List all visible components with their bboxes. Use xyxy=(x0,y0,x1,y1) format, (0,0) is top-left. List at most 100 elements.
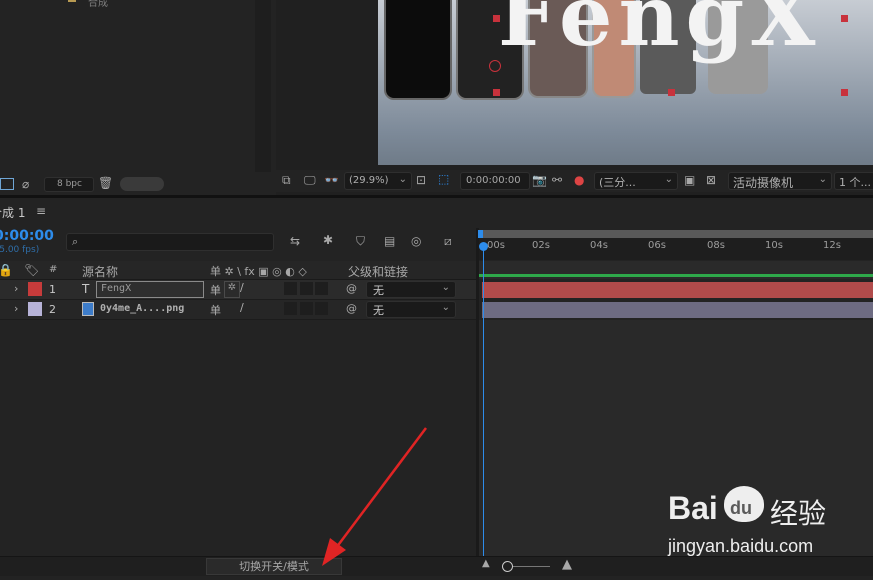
switch-box-blend[interactable] xyxy=(300,282,313,295)
views-dropdown[interactable]: 1 个... xyxy=(834,172,873,190)
composition-mini-flowchart-icon[interactable]: ⇆ xyxy=(290,235,300,247)
bbox-handle-tl[interactable] xyxy=(493,15,500,22)
shy-layers-icon[interactable]: ⛉ xyxy=(356,235,365,247)
trash-icon[interactable]: 🗑 xyxy=(98,177,113,189)
shy-switch[interactable]: 单 xyxy=(210,282,221,298)
layer-name-field[interactable]: FengX xyxy=(96,281,204,298)
phone-image-1 xyxy=(384,0,452,100)
layer-name[interactable]: 0y4me_A....png xyxy=(100,303,184,314)
zoom-out-mountain-icon[interactable]: ▲ xyxy=(482,559,490,569)
project-hscroll[interactable] xyxy=(120,177,164,191)
switch-box-fx[interactable] xyxy=(284,302,297,315)
resolution-dropdown[interactable]: (三分... ⌄ xyxy=(594,172,678,190)
switch-box-fx[interactable] xyxy=(284,282,297,295)
tab-label: 合成 1 xyxy=(0,206,26,220)
viewer-toolbar: ⧉ 🖵 👓 (29.9%) ⌄ ⊡ ⬚ 0:00:00:00 📷 ⚯ ● (三分… xyxy=(276,170,873,192)
parent-dropdown[interactable]: 无 ⌄ xyxy=(366,281,456,298)
ruler-tick-label: 12s xyxy=(823,240,841,251)
layer-track-bar[interactable] xyxy=(482,282,873,298)
draft-3d-icon[interactable]: ✱ xyxy=(323,234,333,246)
views-value: 1 个... xyxy=(839,176,871,189)
parent-value: 无 xyxy=(373,284,384,297)
shy-switch[interactable]: 单 xyxy=(210,302,221,318)
anchor-point-icon[interactable] xyxy=(489,60,501,72)
timecode-field[interactable]: 0:00:00:00 xyxy=(460,172,530,190)
graph-editor-icon[interactable]: ⧄ xyxy=(444,235,452,247)
switch-box-blend[interactable] xyxy=(300,302,313,315)
frame-blending-icon[interactable]: ▤ xyxy=(384,235,395,247)
current-time-indicator[interactable] xyxy=(483,244,484,558)
ruler-tick-label: 00s xyxy=(487,240,505,251)
layer-column-header: 🔒 🏷 # 源名称 单 ✲ \ fx ▣ ◎ ◐ ◇ 父级和链接 xyxy=(0,261,476,280)
quality-switch[interactable]: ∕ xyxy=(240,301,244,314)
baidu-logo-text: Bai xyxy=(668,490,718,526)
work-area-start-handle[interactable] xyxy=(478,230,483,238)
switch-box-mb[interactable] xyxy=(315,282,328,295)
expand-chevron-icon[interactable]: › xyxy=(14,282,18,295)
vr-glasses-icon[interactable]: 👓 xyxy=(324,174,339,186)
tab-menu-icon[interactable]: ≡ xyxy=(36,204,46,218)
zoom-in-mountain-icon[interactable]: ▲ xyxy=(562,558,572,571)
transparency-grid-icon[interactable]: ⊠ xyxy=(706,174,716,186)
bpc-button[interactable]: 8 bpc xyxy=(44,177,94,192)
camera-dropdown[interactable]: 活动摄像机 ⌄ xyxy=(728,172,832,190)
monitor-icon[interactable]: 🖵 xyxy=(304,174,316,186)
project-item-label[interactable]: 合成 xyxy=(88,0,108,9)
collapse-switch[interactable]: ✲ xyxy=(224,281,240,298)
baidu-du-text: du xyxy=(730,498,752,518)
layer-track-bar[interactable] xyxy=(482,302,873,318)
resolution-value: (三分... xyxy=(599,176,636,189)
snapshot-preview-icon[interactable]: ⧉ xyxy=(282,174,291,186)
pickwhip-spiral-icon[interactable]: @ xyxy=(346,282,357,295)
layer-search-input[interactable]: ⌕ xyxy=(66,233,274,251)
parent-dropdown[interactable]: 无 ⌄ xyxy=(366,301,456,318)
mask-toggle-icon[interactable]: ⬚ xyxy=(438,173,449,185)
column-source-name[interactable]: 源名称 xyxy=(82,263,118,280)
column-parent-link[interactable]: 父级和链接 xyxy=(348,263,408,280)
pickwhip-spiral-icon[interactable]: @ xyxy=(346,302,357,315)
flowchart-icon[interactable] xyxy=(0,178,14,190)
region-of-interest-icon[interactable]: ▣ xyxy=(684,174,695,186)
column-switches: 单 ✲ \ fx ▣ ◎ ◐ ◇ xyxy=(210,265,307,278)
chevron-down-icon: ⌄ xyxy=(441,302,450,313)
camera-snapshot-icon[interactable]: 📷 xyxy=(532,174,547,186)
bbox-handle-bm[interactable] xyxy=(668,89,675,96)
quality-switch[interactable]: ∕ xyxy=(240,281,244,294)
switch-box-mb[interactable] xyxy=(315,302,328,315)
ruler-tick-label: 02s xyxy=(532,240,550,251)
chevron-down-icon: ⌄ xyxy=(398,174,407,185)
show-snapshot-icon[interactable]: ⚯ xyxy=(552,174,562,186)
bbox-handle-bl[interactable] xyxy=(493,89,500,96)
motion-blur-icon[interactable]: ◎ xyxy=(411,235,421,247)
layer-color-label[interactable] xyxy=(28,302,42,316)
expand-chevron-icon[interactable]: › xyxy=(14,302,18,315)
interpret-footage-icon[interactable]: ⌀ xyxy=(22,178,29,190)
folder-icon xyxy=(68,0,76,2)
composition-bar xyxy=(479,261,873,279)
fit-frame-icon[interactable]: ⊡ xyxy=(416,174,426,186)
search-icon: ⌕ xyxy=(72,235,79,248)
zoom-slider-knob[interactable] xyxy=(502,561,513,572)
playhead-handle-icon[interactable] xyxy=(479,242,488,251)
work-area-bar[interactable] xyxy=(479,230,873,238)
layer-number: 2 xyxy=(49,303,56,316)
layer-row[interactable]: › 2 0y4me_A....png 单 ∕ @ 无 ⌄ xyxy=(0,300,476,320)
layer-row[interactable]: › 1 T FengX 单 ✲ ∕ @ 无 ⌄ xyxy=(0,280,476,300)
toggle-label: 切换开关/模式 xyxy=(239,560,309,573)
camera-value: 活动摄像机 xyxy=(733,176,794,190)
layer-number: 1 xyxy=(49,283,56,296)
chevron-down-icon: ⌄ xyxy=(818,174,827,185)
project-scrollbar[interactable] xyxy=(255,0,271,172)
preview-text[interactable]: FengX xyxy=(498,0,821,58)
layer-color-label[interactable] xyxy=(28,282,42,296)
zoom-dropdown[interactable]: (29.9%) ⌄ xyxy=(344,172,412,190)
current-timecode[interactable]: 0:00:00 xyxy=(0,228,54,244)
preview-canvas[interactable]: FengX xyxy=(378,0,873,165)
bbox-handle-br[interactable] xyxy=(841,89,848,96)
annotation-arrow xyxy=(322,427,427,566)
color-channels-icon[interactable]: ● xyxy=(574,174,584,186)
parent-value: 无 xyxy=(373,304,384,317)
bbox-handle-tr[interactable] xyxy=(841,15,848,22)
chevron-down-icon: ⌄ xyxy=(441,282,450,293)
ruler-tick-label: 04s xyxy=(590,240,608,251)
